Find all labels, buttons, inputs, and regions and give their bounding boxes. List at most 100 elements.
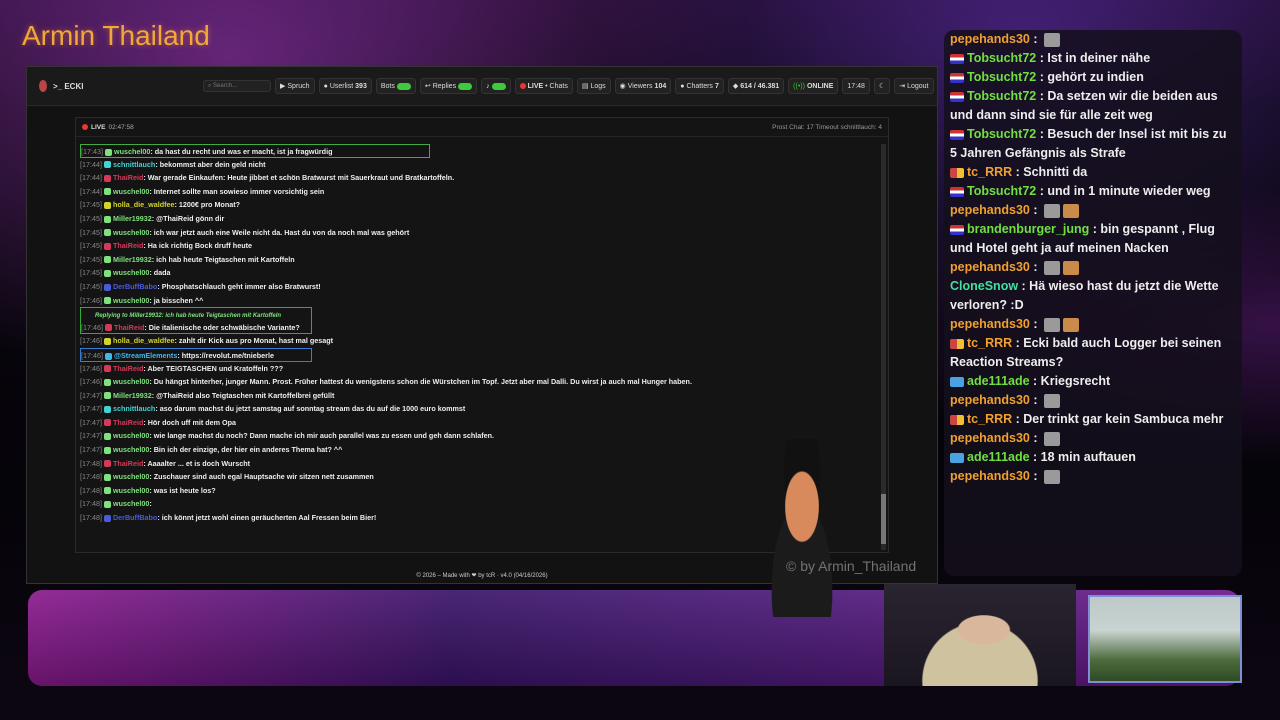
bell-icon: ♪ xyxy=(486,82,490,90)
overlay-username: tc_RRR xyxy=(967,165,1013,179)
message-text: Du hängst hinterher, junger Mann. Prost.… xyxy=(153,377,692,387)
message-username[interactable]: @StreamElements xyxy=(114,351,177,360)
message-username[interactable]: wuschel00 xyxy=(113,445,149,454)
message-username[interactable]: schnittlauch xyxy=(113,160,155,169)
message-time: [17:47] xyxy=(80,417,102,427)
reply-icon: ↩ xyxy=(424,83,431,90)
user-badge-icon xyxy=(103,378,111,386)
overlay-message-text: gehört zu indien xyxy=(1047,70,1144,84)
separator: : xyxy=(1029,450,1041,464)
message-username[interactable]: holla_die_waldfee xyxy=(113,336,175,345)
message-username[interactable]: ThaiReid xyxy=(113,418,143,427)
message-text: Phosphatschlauch geht immer also Bratwur… xyxy=(161,281,321,291)
message-time: [17:44] xyxy=(80,159,102,169)
message-username[interactable]: wuschel00 xyxy=(113,268,149,277)
spruch-button[interactable]: ▶ Spruch xyxy=(275,78,315,94)
overlay-title: Armin Thailand xyxy=(22,20,210,51)
overlay-username: tc_RRR xyxy=(967,336,1013,350)
message-count-stat: ◆ 614 / 46.381 xyxy=(727,78,785,94)
message-time: [17:45] xyxy=(80,227,102,237)
separator: : xyxy=(1029,469,1041,483)
message-time: [17:45] xyxy=(80,268,102,278)
search-input[interactable]: ⌕ Search... xyxy=(203,80,271,92)
message-text: Aaaalter ... et is doch Wurscht xyxy=(147,458,250,468)
message-text: dada xyxy=(153,268,171,278)
bots-toggle[interactable]: Bots xyxy=(375,78,416,94)
overlay-username: Tobsucht72 xyxy=(967,51,1037,65)
message-text: aso darum machst du jetzt samstag auf so… xyxy=(159,404,466,414)
chat-message: [17:47] ThaiReid: Hör doch uff mit dem Op… xyxy=(80,416,880,430)
scrollbar-thumb[interactable] xyxy=(881,494,886,544)
overlay-username: pepehands30 xyxy=(950,431,1030,445)
user-badge-icon xyxy=(103,215,111,223)
overlay-chat-message: Tobsucht72 : Ist in deiner nähe xyxy=(944,49,1242,68)
logout-button[interactable]: ⇥ Logout xyxy=(894,78,934,94)
message-username[interactable]: Miller19932 xyxy=(113,391,152,400)
message-link[interactable]: https://revolut.me/tnieberle xyxy=(182,351,274,360)
message-username[interactable]: Miller19932 xyxy=(113,255,152,264)
chat-message: [17:46] wuschel00: ja bisschen ^^ xyxy=(80,294,880,308)
overlay-message-text: Ist in deiner nähe xyxy=(1047,51,1151,65)
user-badge-icon xyxy=(103,487,111,495)
message-username[interactable]: ThaiReid xyxy=(113,241,143,250)
message-text: Internet sollte man sowieso immer vorsic… xyxy=(153,186,325,196)
separator: : xyxy=(1029,203,1041,217)
sound-toggle[interactable]: ♪ xyxy=(481,78,511,94)
logout-icon: ⇥ xyxy=(899,83,906,90)
message-username[interactable]: wuschel00 xyxy=(113,486,149,495)
live-chats-button[interactable]: LIVE • Chats xyxy=(514,78,573,94)
scrollbar[interactable] xyxy=(881,144,886,550)
user-badge-icon xyxy=(103,161,111,169)
message-time: [17:43] xyxy=(81,147,103,156)
stream-chat-overlay: pepehands30 : Tobsucht72 : Ist in deiner… xyxy=(944,30,1242,576)
chat-message: [17:45] Miller19932: @ThaiReid gönn dir xyxy=(80,212,880,226)
message-username[interactable]: wuschel00 xyxy=(113,431,149,440)
toggle-switch[interactable] xyxy=(396,82,411,90)
message-time: [17:46] xyxy=(81,350,103,360)
badge-icon xyxy=(950,129,964,140)
message-username[interactable]: DerBuffBabo xyxy=(113,513,157,522)
theme-toggle[interactable]: ☾ xyxy=(873,78,891,94)
emote-icon xyxy=(1044,203,1060,218)
chat-message: [17:45] ThaiReid: Ha ick richtig Bock dru… xyxy=(80,239,880,253)
overlay-chat-message: pepehands30 : xyxy=(944,315,1242,334)
message-username[interactable]: wuschel00 xyxy=(113,187,149,196)
message-text: ich war jetzt auch eine Weile nicht da. … xyxy=(153,227,410,237)
message-time: [17:46] xyxy=(81,322,103,332)
message-username[interactable]: ThaiReid xyxy=(113,173,143,182)
emote-icon xyxy=(1044,317,1060,332)
message-username[interactable]: Miller19932 xyxy=(113,214,152,223)
badge-icon xyxy=(950,224,964,235)
overlay-username: ade111ade xyxy=(967,450,1030,464)
logs-button[interactable]: ▤ Logs xyxy=(576,78,611,94)
overlay-chat-message: pepehands30 : xyxy=(944,258,1242,277)
overlay-chat-message: CloneSnow : Hä wieso hast du jetzt die W… xyxy=(944,277,1242,315)
replies-toggle[interactable]: ↩ Replies xyxy=(419,78,478,94)
message-username[interactable]: wuschel00 xyxy=(113,499,149,508)
message-username[interactable]: DerBuffBabo xyxy=(113,282,157,291)
message-username[interactable]: ThaiReid xyxy=(114,323,144,332)
message-username[interactable]: holla_die_waldfee xyxy=(113,200,175,209)
document-icon: ▤ xyxy=(581,83,589,90)
userlist-button[interactable]: ● Userlist 393 xyxy=(318,78,372,94)
message-username[interactable]: wuschel00 xyxy=(114,147,150,156)
message-username[interactable]: wuschel00 xyxy=(113,377,149,386)
message-username[interactable]: wuschel00 xyxy=(113,472,149,481)
chat-message: [17:45] Miller19932: ich hab heute Teigta… xyxy=(80,253,880,267)
watermark: © by Armin_Thailand xyxy=(786,558,917,574)
toggle-switch[interactable] xyxy=(491,82,506,90)
message-username[interactable]: ThaiReid xyxy=(113,364,143,373)
message-username[interactable]: wuschel00 xyxy=(113,228,149,237)
message-username[interactable]: wuschel00 xyxy=(113,296,149,305)
user-badge-icon xyxy=(103,514,111,522)
live-label: LIVE xyxy=(91,123,106,131)
message-username[interactable]: ThaiReid xyxy=(113,459,143,468)
message-username[interactable]: schnittlauch xyxy=(113,404,155,413)
overlay-chat-message: tc_RRR : Der trinkt gar kein Sambuca meh… xyxy=(944,410,1242,429)
message-text: zahlt dir Kick aus pro Monat, hast mal g… xyxy=(178,336,334,346)
message-time: [17:46] xyxy=(80,336,102,346)
brand[interactable]: >_ ECKI xyxy=(39,80,199,92)
badge-icon xyxy=(950,72,964,83)
emote-icon xyxy=(1044,431,1060,446)
toggle-switch[interactable] xyxy=(458,82,473,90)
